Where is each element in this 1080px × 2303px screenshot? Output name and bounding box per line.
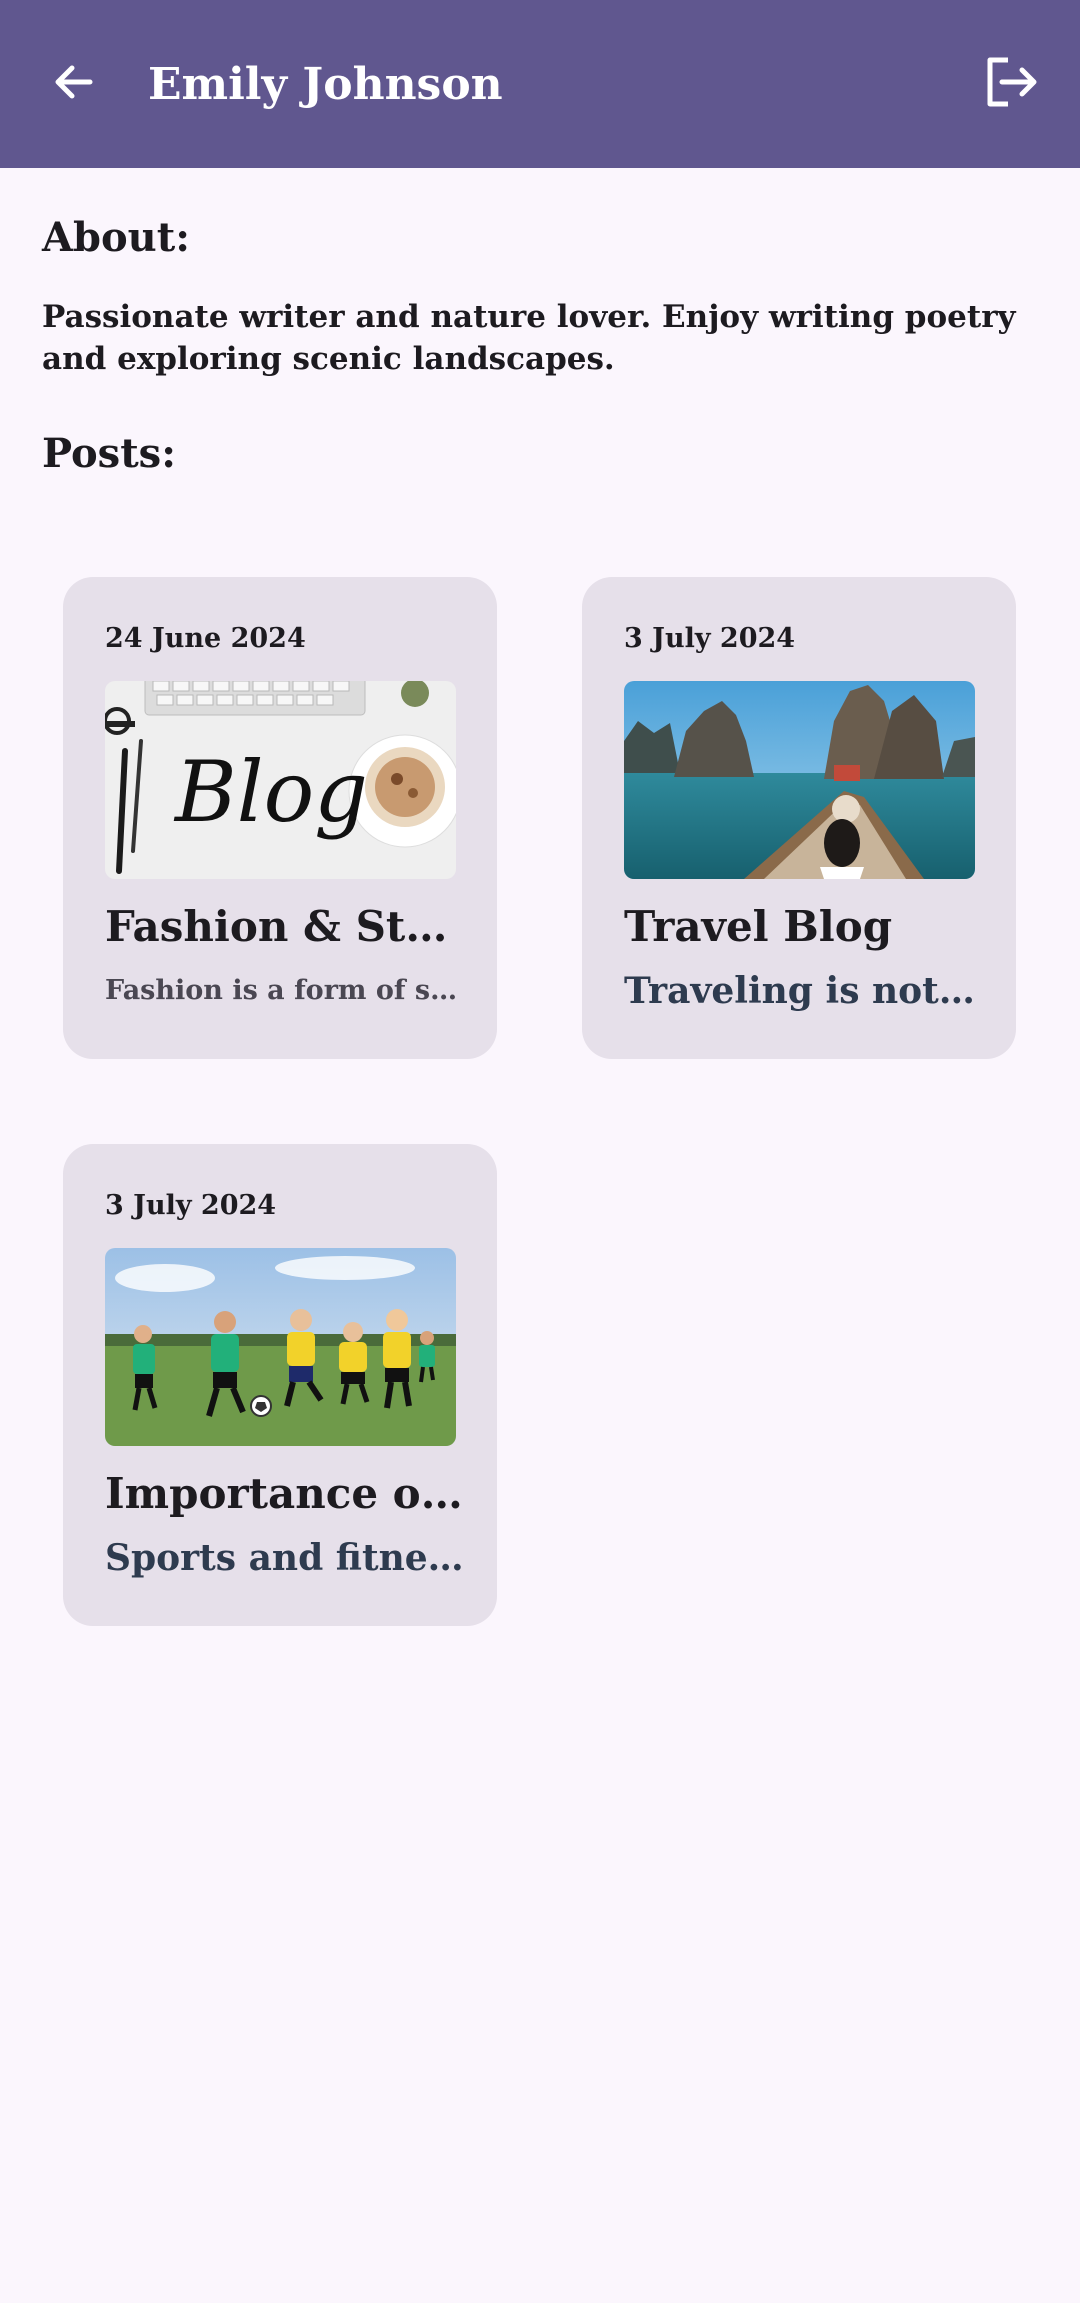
app-bar: Emily Johnson xyxy=(0,0,1080,168)
boat-cliffs-image xyxy=(624,681,975,879)
svg-text:Blog: Blog xyxy=(173,743,368,841)
blog-desk-image: Blog xyxy=(105,681,456,879)
post-excerpt: Fashion is a form of self-… xyxy=(105,975,467,1006)
post-title: Importance of … xyxy=(105,1469,465,1518)
posts-heading: Posts: xyxy=(42,430,176,477)
post-date: 24 June 2024 xyxy=(105,623,306,654)
kids-soccer-image xyxy=(105,1248,456,1446)
post-card[interactable]: 24 June 2024 Blog Fashion & Styl Fashion… xyxy=(63,577,497,1059)
logout-icon xyxy=(984,56,1040,112)
about-text: Passionate writer and nature lover. Enjo… xyxy=(42,299,1016,377)
post-card[interactable]: 3 July 2024 xyxy=(582,577,1016,1059)
post-date: 3 July 2024 xyxy=(624,623,796,654)
post-excerpt: Traveling is not jus… xyxy=(624,970,986,1012)
page-title: Emily Johnson xyxy=(148,59,503,110)
post-title: Travel Blog xyxy=(624,902,893,951)
post-date: 3 July 2024 xyxy=(105,1190,277,1221)
back-button[interactable] xyxy=(28,40,120,128)
post-title: Fashion & Style… xyxy=(105,902,465,951)
about-heading: About: xyxy=(42,214,191,261)
arrow-left-icon xyxy=(50,58,98,110)
logout-button[interactable] xyxy=(966,40,1058,128)
post-excerpt: Sports and fitness … xyxy=(105,1537,467,1579)
post-card[interactable]: 3 July 2024 xyxy=(63,1144,497,1626)
